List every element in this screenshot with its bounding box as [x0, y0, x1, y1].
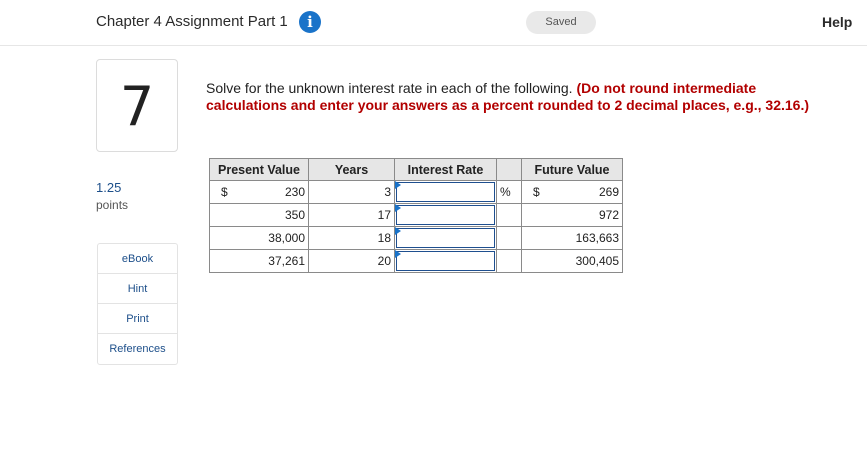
header-percent-blank	[496, 158, 522, 181]
interest-rate-cell	[394, 249, 497, 273]
present-value-cell: $ 230	[209, 180, 309, 204]
interest-rate-table: Present Value Years Interest Rate Future…	[209, 158, 623, 273]
help-link[interactable]: Help	[822, 14, 852, 30]
input-flag-icon	[395, 250, 401, 258]
info-icon[interactable]: i	[299, 11, 321, 33]
percent-sign: %	[496, 180, 522, 204]
present-value-cell: 37,261	[209, 249, 309, 273]
currency-symbol: $	[533, 185, 540, 199]
header-present-value: Present Value	[209, 158, 309, 181]
print-link[interactable]: Print	[98, 304, 177, 334]
input-flag-icon	[395, 204, 401, 212]
side-menu: eBook Hint Print References	[97, 243, 178, 365]
years-cell: 18	[308, 226, 395, 250]
interest-rate-input-1[interactable]	[396, 182, 495, 202]
top-bar: Chapter 4 Assignment Part 1 i Saved Help	[0, 0, 867, 46]
interest-rate-input-3[interactable]	[396, 228, 495, 248]
references-link[interactable]: References	[98, 334, 177, 364]
present-value-cell: 350	[209, 203, 309, 227]
question-prompt: Solve for the unknown interest rate in e…	[206, 80, 836, 114]
years-cell: 3	[308, 180, 395, 204]
header-future-value: Future Value	[521, 158, 623, 181]
input-flag-icon	[395, 181, 401, 189]
future-value: 269	[598, 185, 619, 199]
percent-blank-cell	[496, 203, 522, 227]
table-header-row: Present Value Years Interest Rate Future…	[209, 158, 623, 181]
interest-rate-input-4[interactable]	[396, 251, 495, 271]
input-flag-icon	[395, 227, 401, 235]
header-interest-rate: Interest Rate	[394, 158, 497, 181]
table-row: 350 17 972	[209, 203, 623, 227]
future-value-cell: $ 269	[521, 180, 623, 204]
header-years: Years	[308, 158, 395, 181]
interest-rate-cell	[394, 203, 497, 227]
future-value-cell: 163,663	[521, 226, 623, 250]
table-row: $ 230 3 % $ 269	[209, 180, 623, 204]
assignment-title: Chapter 4 Assignment Part 1	[96, 13, 288, 30]
currency-symbol: $	[221, 185, 228, 199]
question-number: 7	[96, 59, 178, 152]
ebook-link[interactable]: eBook	[98, 244, 177, 274]
interest-rate-cell	[394, 226, 497, 250]
table-row: 37,261 20 300,405	[209, 249, 623, 273]
present-value-cell: 38,000	[209, 226, 309, 250]
interest-rate-input-2[interactable]	[396, 205, 495, 225]
future-value-cell: 300,405	[521, 249, 623, 273]
interest-rate-cell	[394, 180, 497, 204]
present-value: 230	[284, 185, 305, 199]
points-value: 1.25	[96, 180, 122, 195]
hint-link[interactable]: Hint	[98, 274, 177, 304]
percent-blank-cell	[496, 249, 522, 273]
years-cell: 17	[308, 203, 395, 227]
points-label: points	[96, 198, 129, 212]
percent-blank-cell	[496, 226, 522, 250]
prompt-text: Solve for the unknown interest rate in e…	[206, 80, 573, 96]
saved-status-badge: Saved	[526, 11, 596, 34]
future-value-cell: 972	[521, 203, 623, 227]
years-cell: 20	[308, 249, 395, 273]
table-row: 38,000 18 163,663	[209, 226, 623, 250]
